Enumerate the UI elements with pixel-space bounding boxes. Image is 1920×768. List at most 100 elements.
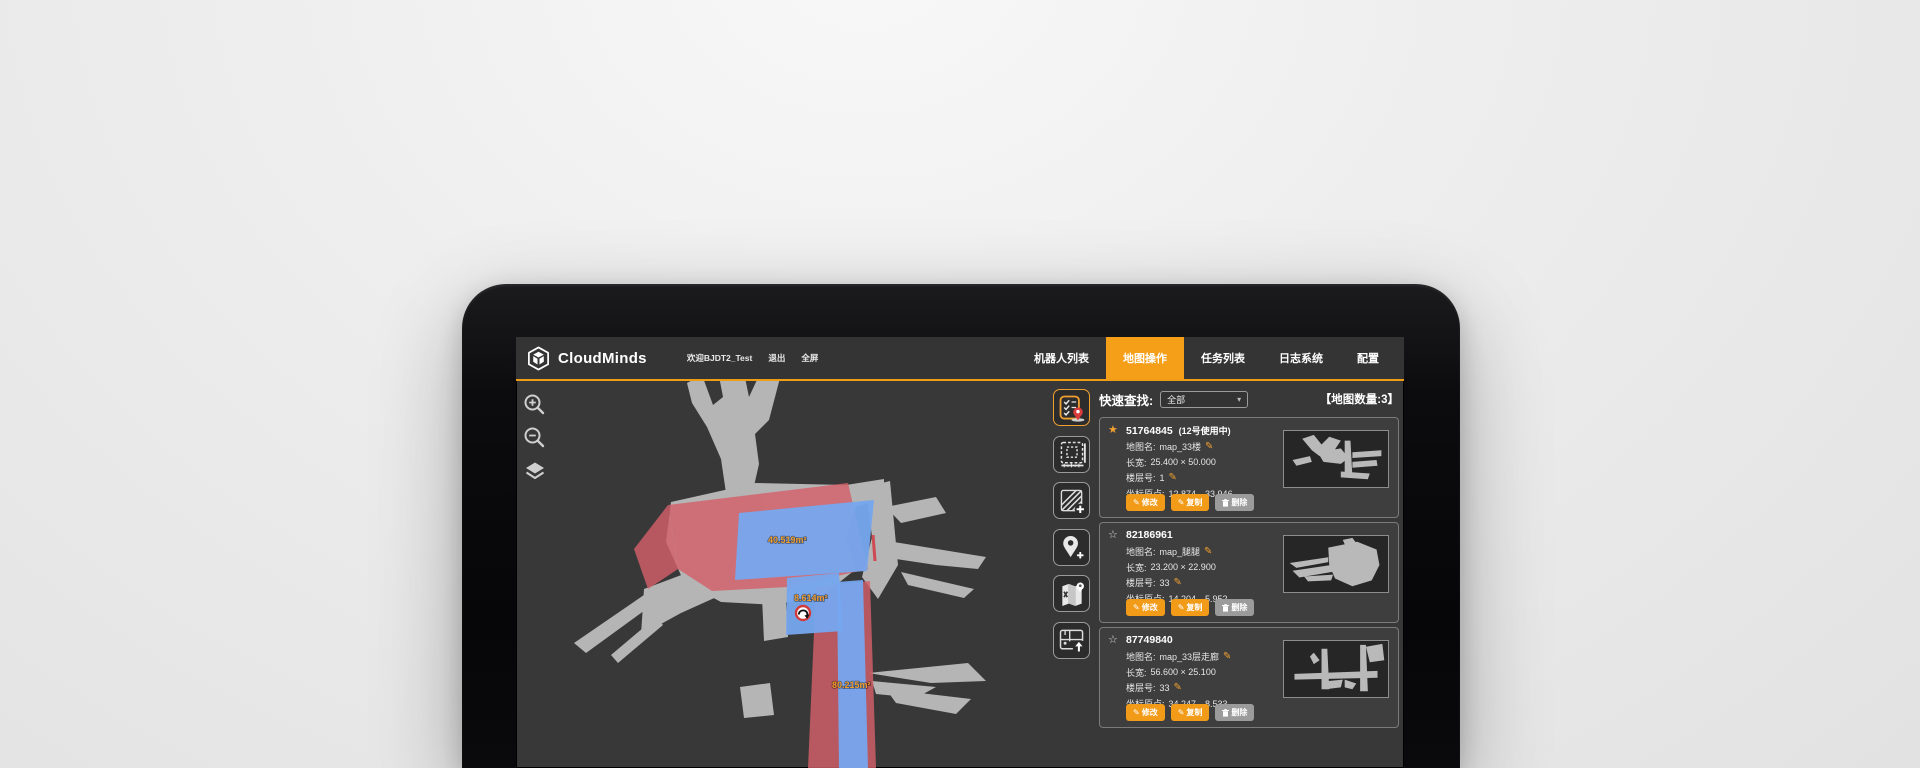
map-card-fields: 地图名:map_腿腿✎ 长宽:23.200 × 22.900 楼层号:33✎ 坐… [1126, 544, 1228, 606]
main-nav: 机器人列表 地图操作 任务列表 日志系统 配置 [1017, 337, 1396, 379]
logout-link[interactable]: 退出 [768, 352, 785, 364]
map-red-marker-line [873, 535, 875, 561]
map-card: ☆ 82186961 地图名:map_腿腿✎ 长宽:23.200 × 22.90… [1099, 522, 1399, 623]
edit-pencil-icon[interactable]: ✎ [1204, 546, 1212, 557]
edit-pencil-icon: ✎ [1133, 498, 1140, 507]
nav-config[interactable]: 配置 [1340, 337, 1396, 379]
map-card-fields: 地图名:map_33层走廊✎ 长宽:56.600 × 25.100 楼层号:33… [1126, 649, 1231, 711]
map-card-actions: ✎修改 ✎复制 删除 [1126, 704, 1254, 721]
trash-icon [1222, 604, 1229, 612]
laptop-frame: CloudMinds 欢迎BJDT2_Test 退出 全屏 机器人列表 地图操作… [462, 284, 1460, 768]
map-thumbnail[interactable] [1283, 535, 1389, 593]
zoom-out-icon[interactable] [523, 426, 547, 450]
field-label-name: 地图名: [1126, 545, 1156, 558]
edit-pencil-icon: ✎ [1178, 498, 1185, 507]
field-label-name: 地图名: [1126, 440, 1156, 453]
favorite-star-icon[interactable]: ☆ [1108, 528, 1118, 541]
edit-pencil-icon: ✎ [1133, 603, 1140, 612]
quick-find-row: 快速查找: 全部 ▾ 【地图数量:3】 [1099, 388, 1399, 410]
no-entry-badge-icon[interactable] [796, 606, 810, 620]
field-label-floor: 楼层号: [1126, 471, 1156, 484]
trash-icon [1222, 499, 1229, 507]
modify-button[interactable]: ✎修改 [1126, 599, 1165, 616]
slam-map-canvas[interactable]: 40.519m² 8.614m² 80.215m² [516, 337, 1056, 768]
favorite-star-icon[interactable]: ★ [1108, 423, 1118, 436]
zoom-in-icon[interactable] [523, 393, 547, 417]
session-info: 欢迎BJDT2_Test 退出 全屏 [687, 352, 819, 364]
delete-button[interactable]: 删除 [1215, 704, 1254, 721]
tool-virtual-wall-button[interactable] [1053, 482, 1090, 519]
map-id: 87749840 [1126, 634, 1173, 646]
map-card-fields: 地图名:map_33楼✎ 长宽:25.400 × 50.000 楼层号:1✎ 坐… [1126, 439, 1233, 501]
edit-pencil-icon[interactable]: ✎ [1174, 577, 1182, 588]
cloudminds-logo-icon [526, 346, 551, 371]
nav-log-system[interactable]: 日志系统 [1262, 337, 1340, 379]
favorite-star-icon[interactable]: ☆ [1108, 633, 1118, 646]
modify-button[interactable]: ✎修改 [1126, 494, 1165, 511]
delete-button[interactable]: 删除 [1215, 599, 1254, 616]
area-label-large: 40.519m² [768, 535, 807, 545]
copy-button[interactable]: ✎复制 [1171, 494, 1210, 511]
tool-map-upload-button[interactable] [1053, 622, 1090, 659]
map-card: ★ 51764845 (12号使用中) 地图名:map_33楼✎ 长宽:25.4… [1099, 417, 1399, 518]
nav-map-operations[interactable]: 地图操作 [1106, 337, 1184, 379]
edit-pencil-icon: ✎ [1178, 708, 1185, 717]
map-card-title: 82186961 [1126, 529, 1176, 541]
map-card-title: 87749840 [1126, 634, 1176, 646]
field-label-floor: 楼层号: [1126, 681, 1156, 694]
tool-measure-area-button[interactable] [1053, 436, 1090, 473]
quick-find-label: 快速查找: [1099, 390, 1153, 409]
task-pin-icon [1055, 391, 1089, 425]
area-label-small: 8.614m² [794, 593, 828, 603]
map-card-list: ★ 51764845 (12号使用中) 地图名:map_33楼✎ 长宽:25.4… [1099, 417, 1399, 732]
edit-pencil-icon[interactable]: ✎ [1174, 682, 1182, 693]
layers-icon[interactable] [523, 459, 547, 483]
map-id: 82186961 [1126, 529, 1173, 541]
field-label-name: 地图名: [1126, 650, 1156, 663]
copy-button[interactable]: ✎复制 [1171, 599, 1210, 616]
map-card-actions: ✎修改 ✎复制 删除 [1126, 494, 1254, 511]
nav-robot-list[interactable]: 机器人列表 [1017, 337, 1106, 379]
app-header: CloudMinds 欢迎BJDT2_Test 退出 全屏 机器人列表 地图操作… [516, 337, 1404, 381]
map-size-value: 25.400 × 50.000 [1151, 457, 1216, 467]
modify-button[interactable]: ✎修改 [1126, 704, 1165, 721]
map-area-corridor[interactable] [837, 580, 868, 768]
measure-area-icon [1055, 437, 1089, 471]
map-id: 51764845 [1126, 425, 1173, 437]
delete-button[interactable]: 删除 [1215, 494, 1254, 511]
map-toolbar [1053, 389, 1090, 659]
tool-task-pin-button[interactable] [1053, 389, 1090, 426]
edit-pencil-icon[interactable]: ✎ [1169, 472, 1177, 483]
nav-task-list[interactable]: 任务列表 [1184, 337, 1262, 379]
map-filter-select[interactable]: 全部 ▾ [1160, 391, 1248, 408]
map-thumbnail[interactable] [1283, 430, 1389, 488]
edit-pencil-icon[interactable]: ✎ [1223, 651, 1231, 662]
add-poi-icon [1055, 530, 1089, 564]
map-name-value: map_腿腿 [1160, 545, 1201, 558]
field-label-floor: 楼层号: [1126, 576, 1156, 589]
map-marker-icon [1055, 577, 1089, 611]
tool-add-poi-button[interactable] [1053, 529, 1090, 566]
map-floor-value: 33 [1160, 683, 1170, 693]
map-size-value: 56.600 × 25.100 [1151, 667, 1216, 677]
edit-pencil-icon[interactable]: ✎ [1205, 441, 1213, 452]
map-controls [523, 393, 547, 483]
map-area-small[interactable] [786, 573, 843, 635]
field-label-size: 长宽: [1126, 561, 1147, 574]
map-thumbnail[interactable] [1283, 640, 1389, 698]
map-name-value: map_33楼 [1160, 440, 1202, 453]
area-label-corridor: 80.215m² [832, 680, 871, 690]
field-label-size: 长宽: [1126, 456, 1147, 469]
map-floor-value: 1 [1160, 473, 1165, 483]
brand-name: CloudMinds [558, 350, 647, 367]
edit-pencil-icon: ✎ [1133, 708, 1140, 717]
copy-button[interactable]: ✎复制 [1171, 704, 1210, 721]
brand: CloudMinds [526, 346, 647, 371]
field-label-size: 长宽: [1126, 666, 1147, 679]
map-upload-icon [1055, 623, 1089, 657]
fullscreen-link[interactable]: 全屏 [801, 352, 818, 364]
map-name-value: map_33层走廊 [1160, 650, 1220, 663]
app-screen: CloudMinds 欢迎BJDT2_Test 退出 全屏 机器人列表 地图操作… [516, 337, 1404, 768]
tool-map-marker-button[interactable] [1053, 575, 1090, 612]
map-floor-value: 33 [1160, 578, 1170, 588]
